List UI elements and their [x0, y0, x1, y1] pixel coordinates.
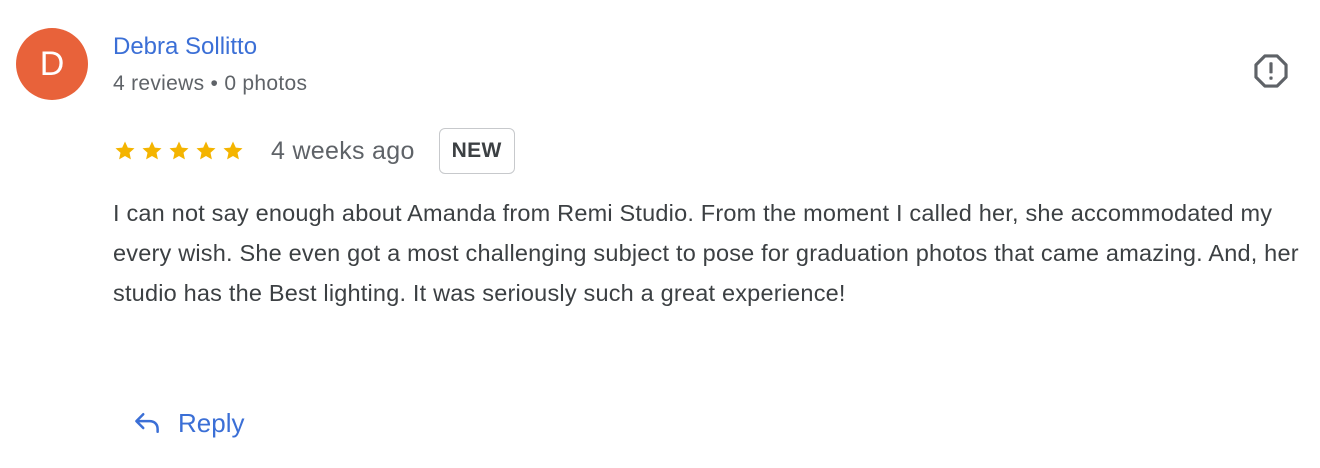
- avatar[interactable]: D: [16, 28, 88, 100]
- author-name[interactable]: Debra Sollitto: [113, 33, 257, 61]
- report-flag-icon: [1254, 54, 1288, 88]
- star-icon: [223, 141, 243, 160]
- reply-label: Reply: [178, 407, 245, 438]
- star-icon: [115, 141, 135, 160]
- review-card: D Debra Sollitto 4 reviews • 0 photos 4 …: [0, 0, 1320, 468]
- new-badge: NEW: [438, 128, 515, 174]
- star-rating: [113, 139, 245, 163]
- star-icon: [196, 141, 216, 160]
- report-review-button[interactable]: [1250, 50, 1292, 92]
- reply-button[interactable]: Reply: [124, 398, 252, 448]
- review-time: 4 weeks ago: [271, 136, 415, 165]
- avatar-initial: D: [39, 44, 65, 83]
- rating-row: 4 weeks ago NEW: [113, 128, 515, 174]
- author-meta: 4 reviews • 0 photos: [113, 72, 308, 95]
- reply-arrow-icon: [135, 413, 159, 433]
- review-text: I can not say enough about Amanda from R…: [113, 200, 1299, 306]
- star-icon: [169, 141, 189, 160]
- star-icon: [142, 141, 162, 160]
